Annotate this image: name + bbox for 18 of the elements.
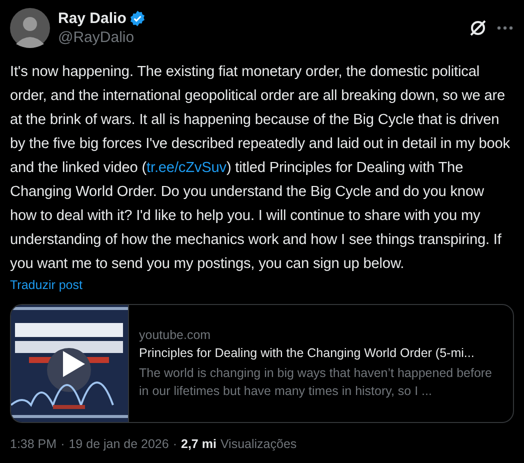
more-icon[interactable] — [496, 25, 514, 31]
separator: · — [172, 437, 177, 451]
view-count: 2,7 mi — [181, 437, 216, 451]
separator: · — [60, 437, 65, 451]
post-time[interactable]: 1:38 PM — [10, 437, 57, 451]
post-text: It's now happening. The existing fiat monetary order, the domestic political order, and the international geopolitical order are all breaking down, so we are at the brink of wars. It all is happening because of the Big Cycle that is driven by the five big forces I've described repeatedly and laid out in detail in my book and the linked video (tr.ee/cZvSuv) titled Principles for Dealing with The Changing World Order. Do you understand the Big Cycle and do you know how to deal with it? I'd like to help you. I will continue to share with you my understanding of how the mechanics work and how I see things transpiring. If you want me to send you my postings, you can sign up below. — [10, 63, 511, 274]
link-card[interactable]: youtube.com Principles for Dealing with the Changing World Order (5-mi... The world is changing in big ways that haven’t happened before in our lifetimes but have many times in history, so I ... — [10, 304, 514, 423]
play-icon[interactable] — [63, 351, 85, 377]
link-description: The world is changing in big ways that haven’t happened before in our lifetimes but have many times in history, so I ... — [139, 364, 494, 400]
author-handle[interactable]: @RayDalio — [58, 29, 146, 46]
link-domain: youtube.com — [139, 328, 212, 342]
avatar[interactable] — [10, 8, 50, 48]
author-name[interactable]: Ray Dalio — [58, 10, 126, 27]
post-link[interactable]: tr.ee/cZvSuv — [146, 160, 226, 176]
translate-link[interactable]: Traduzir post — [10, 278, 82, 292]
post-date[interactable]: 19 de jan de 2026 — [68, 437, 169, 451]
views-label: Visualizações — [220, 437, 297, 451]
link-title: Principles for Dealing with the Changing World Order (5-mi... — [139, 346, 476, 360]
